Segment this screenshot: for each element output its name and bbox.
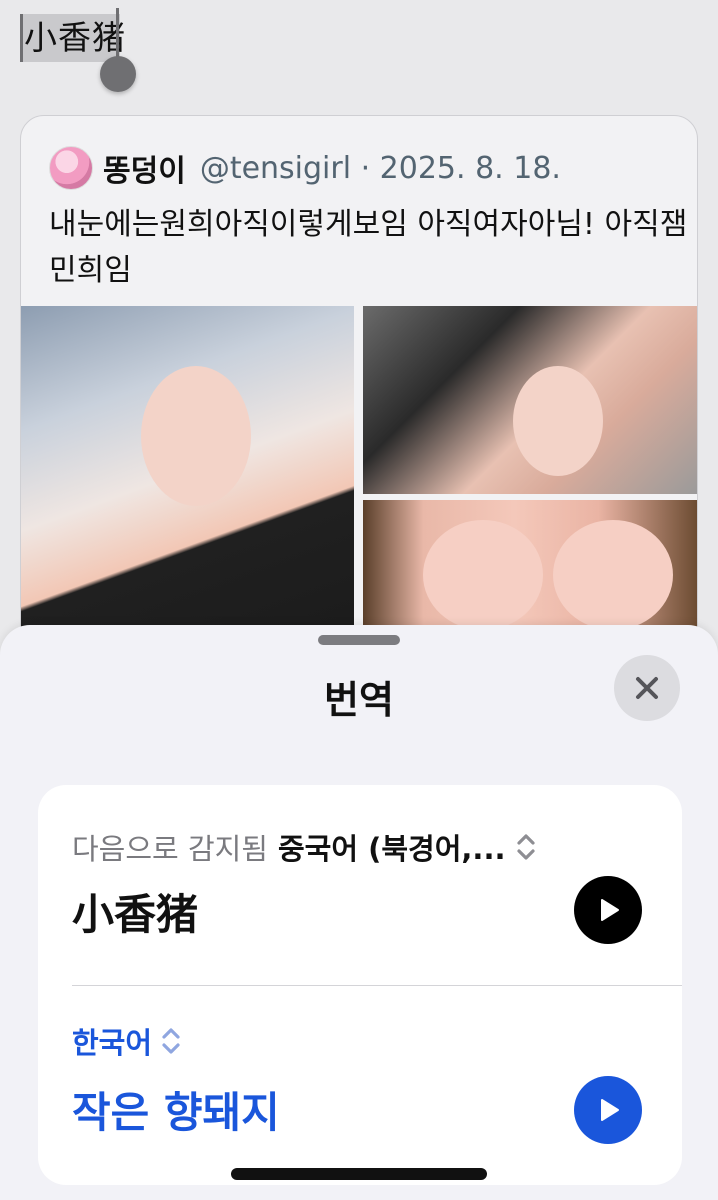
chevron-updown-icon xyxy=(517,834,536,860)
sheet-grabber[interactable] xyxy=(318,635,400,645)
play-translation-button[interactable] xyxy=(574,1076,642,1144)
play-source-button[interactable] xyxy=(574,876,642,944)
tweet-text: 내눈에는원희아직이렇게보임 아직여자아님! 아직잼민희임 xyxy=(49,207,688,288)
source-text: 小香猪 xyxy=(72,890,199,939)
tweet-handle-date: @tensigirl · 2025. 8. 18. xyxy=(199,150,561,186)
selected-text[interactable]: 小香猪 xyxy=(24,20,126,56)
source-language-selector[interactable]: 다음으로 감지됨 중국어 (북경어,... xyxy=(72,827,537,867)
translated-text: 작은 향돼지 xyxy=(72,1088,280,1137)
quoted-tweet-card[interactable]: 똥덩이 @tensigirl · 2025. 8. 18. 내눈에는원희아직이렇… xyxy=(20,115,698,675)
tweet-media-grid xyxy=(21,306,697,674)
target-language-selector[interactable]: 한국어 xyxy=(72,1021,182,1061)
chevron-updown-icon xyxy=(162,1028,180,1054)
piglet-left xyxy=(423,520,543,630)
home-indicator[interactable] xyxy=(231,1168,487,1180)
tweet-author-name[interactable]: 똥덩이 xyxy=(103,146,186,190)
play-icon xyxy=(601,1099,619,1121)
photo-face xyxy=(141,366,251,506)
target-language: 한국어 xyxy=(72,1026,153,1060)
source-language: 중국어 (북경어,... xyxy=(277,832,506,866)
tweet-photo-girl[interactable] xyxy=(21,306,354,674)
piglet-right xyxy=(553,520,673,630)
play-icon xyxy=(601,899,619,921)
avatar[interactable] xyxy=(49,146,93,190)
detected-prefix: 다음으로 감지됨 xyxy=(72,832,268,866)
divider xyxy=(72,985,682,986)
selection-end-knob[interactable] xyxy=(100,56,136,92)
tweet-header: 똥덩이 @tensigirl · 2025. 8. 18. xyxy=(49,146,561,190)
photo-face xyxy=(513,366,603,476)
tweet-photo-sleeping[interactable] xyxy=(363,306,697,494)
translate-sheet: 번역 다음으로 감지됨 중국어 (북경어,... 小香猪 한국어 작은 향돼지 xyxy=(0,625,718,1200)
close-icon xyxy=(636,677,658,699)
selection-start-handle[interactable] xyxy=(20,14,23,62)
close-button[interactable] xyxy=(614,655,680,721)
sheet-title: 번역 xyxy=(324,678,394,722)
